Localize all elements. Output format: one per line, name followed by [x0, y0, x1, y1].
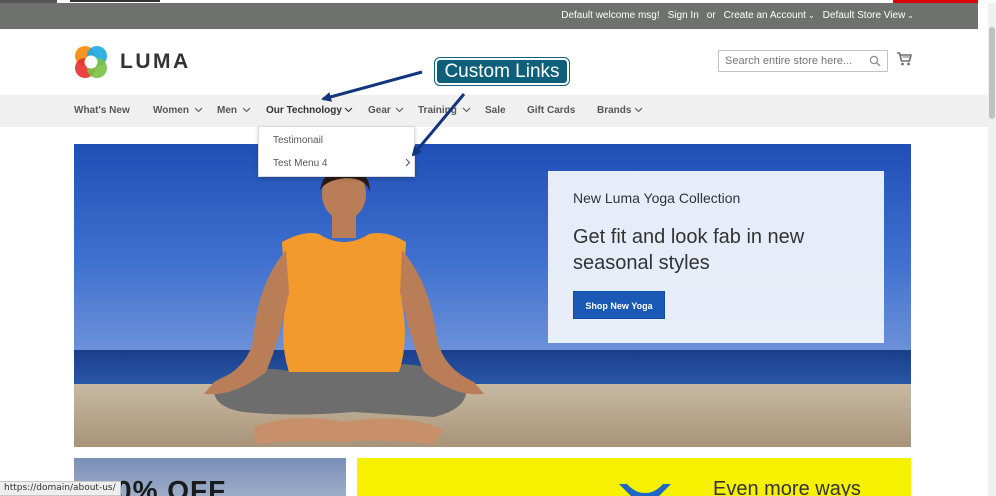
nav-item-label: Women [153, 105, 189, 116]
chevron-down-icon [242, 107, 251, 113]
nav-item-label: Gear [368, 105, 391, 116]
nav-item-sale[interactable]: Sale [485, 105, 506, 116]
nav-item-label: Our Technology [266, 105, 342, 116]
sign-in-link[interactable]: Sign In [668, 10, 699, 21]
nav-item-gift-cards[interactable]: Gift Cards [527, 105, 575, 116]
chevron-down-icon [194, 107, 203, 113]
promo-tile-left-text: 0% OFF [116, 475, 227, 496]
luma-logo-icon[interactable] [74, 45, 108, 79]
search-input[interactable] [719, 51, 867, 71]
nav-item-women[interactable]: Women [153, 105, 203, 116]
chevron-right-icon [405, 158, 411, 167]
chevron-down-icon [634, 107, 643, 113]
dropdown-item-test-menu-4[interactable]: Test Menu 4 [273, 158, 327, 169]
promo-tile-right[interactable]: Even more ways [357, 458, 911, 496]
shop-new-yoga-button[interactable]: Shop New Yoga [573, 291, 665, 319]
header-links: Default welcome msg! Sign In or Create a… [561, 10, 914, 21]
main-navigation: What's New Women Men Our Technology Gear… [0, 95, 988, 127]
logo-text[interactable]: LUMA [120, 50, 191, 74]
tank-top-image [619, 484, 671, 496]
store-view-label: Default Store View [822, 10, 906, 21]
nav-item-training[interactable]: Training [418, 105, 471, 116]
nav-item-gear[interactable]: Gear [368, 105, 404, 116]
chevron-down-icon [395, 107, 404, 113]
cart-icon[interactable] [896, 51, 912, 67]
nav-item-our-technology[interactable]: Our Technology [266, 105, 353, 116]
page-scrollbar[interactable] [988, 3, 996, 496]
create-account-label: Create an Account [723, 10, 806, 21]
nav-item-whats-new[interactable]: What's New [74, 105, 130, 116]
nav-item-label: Training [418, 105, 457, 116]
chevron-down-icon: ⌄ [807, 11, 815, 20]
welcome-message: Default welcome msg! [561, 10, 660, 21]
dropdown-item-testimonail[interactable]: Testimonail [273, 135, 323, 146]
nav-item-label: Men [217, 105, 237, 116]
hero-promo-card: New Luma Yoga Collection Get fit and loo… [548, 171, 884, 343]
chevron-down-icon: ⌄ [907, 11, 914, 20]
nav-item-brands[interactable]: Brands [597, 105, 643, 116]
nav-item-label: Brands [597, 105, 632, 116]
nav-item-men[interactable]: Men [217, 105, 251, 116]
store-view-switcher[interactable]: Default Store View ⌄ [823, 10, 914, 21]
nav-item-label: Sale [485, 105, 506, 116]
promo-small-title: New Luma Yoga Collection [573, 190, 741, 206]
header-panel: Default welcome msg! Sign In or Create a… [0, 3, 978, 29]
search-icon[interactable] [869, 55, 881, 67]
custom-links-callout: Custom Links [435, 58, 569, 85]
promo-headline: Get fit and look fab in new seasonal sty… [573, 226, 805, 274]
promo-tile-right-text: Even more ways [713, 478, 861, 496]
browser-status-bar: https://domain/about-us/ [0, 481, 121, 496]
chevron-down-icon [344, 107, 353, 113]
or-text: or [706, 10, 716, 21]
create-account-link[interactable]: Create an Account ⌄ [724, 10, 815, 21]
chevron-down-icon [462, 107, 471, 113]
nav-item-label: What's New [74, 105, 130, 116]
our-technology-dropdown: Testimonail Test Menu 4 [258, 126, 415, 177]
search-box[interactable] [718, 50, 888, 72]
yoga-woman-image [204, 172, 484, 444]
top-edge-mid [70, 0, 160, 2]
scrollbar-thumb[interactable] [989, 27, 995, 119]
nav-item-label: Gift Cards [527, 105, 576, 116]
